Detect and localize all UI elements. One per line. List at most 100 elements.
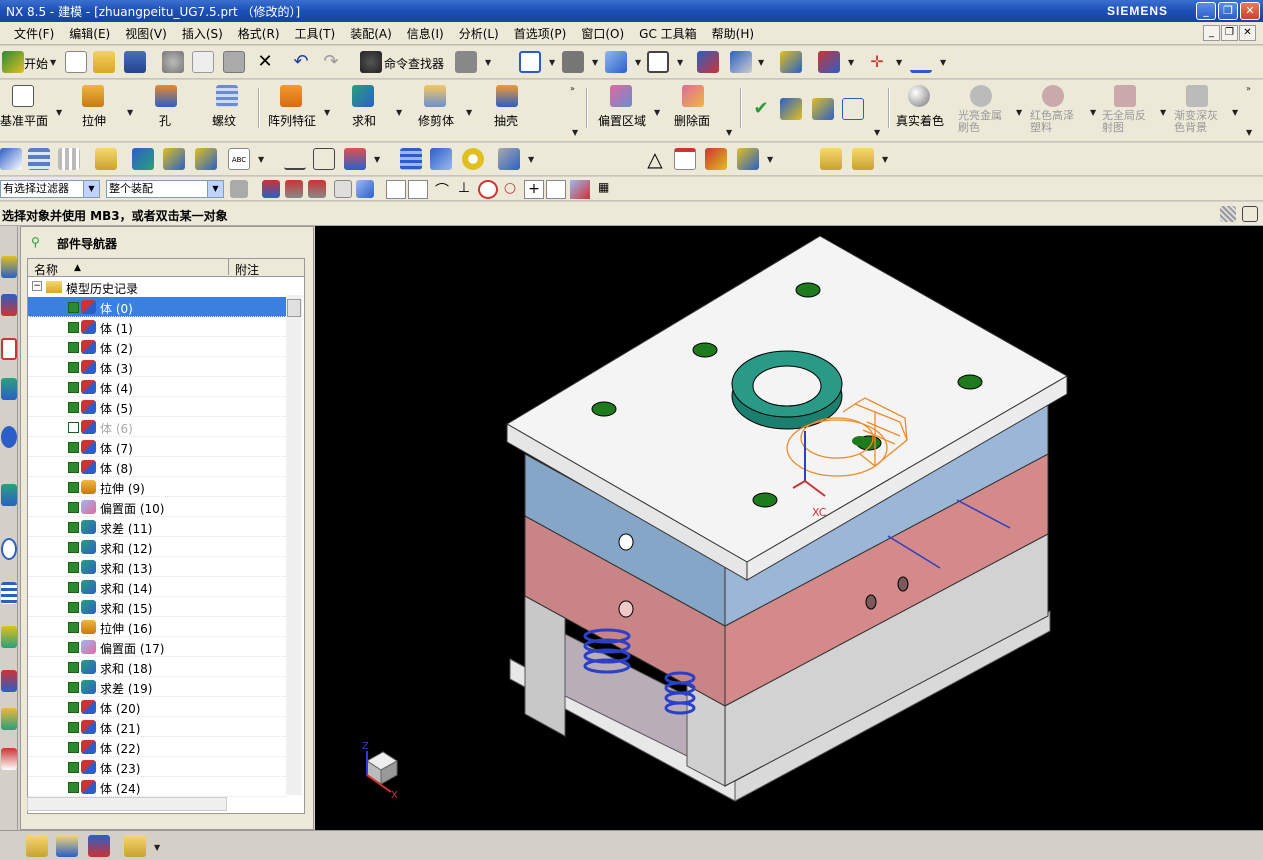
horizontal-scrollbar[interactable] (27, 797, 227, 811)
snap-intersection-icon[interactable]: ⊥ (454, 180, 474, 199)
chevron-down-icon[interactable]: ▼ (758, 58, 764, 67)
snap-arc-center-icon[interactable] (478, 180, 498, 199)
text-icon[interactable]: ABC (228, 148, 250, 170)
tree-row[interactable]: 拉伸 (16) (28, 617, 286, 637)
snap-control-point-icon[interactable]: ⌒ (432, 180, 452, 199)
tree-row[interactable]: 求差 (11) (28, 517, 286, 537)
process-studio-tab-icon[interactable] (1, 626, 17, 648)
toolbar-overflow-icon[interactable]: » (1246, 84, 1251, 93)
select-body-icon[interactable] (334, 180, 352, 198)
tree-row[interactable]: 体 (6) (28, 417, 286, 437)
triangle-icon[interactable]: △ (644, 148, 666, 170)
tree-row[interactable]: 求和 (12) (28, 537, 286, 557)
chevron-down-icon[interactable]: ▼ (848, 58, 854, 67)
pattern-feature-icon[interactable] (280, 85, 302, 107)
hammer-icon[interactable] (163, 148, 185, 170)
tree-row[interactable]: 体 (1) (28, 317, 286, 337)
command-finder-button[interactable]: 命令查找器 (384, 55, 444, 72)
datum-plane-button[interactable]: 基准平面 (0, 112, 48, 129)
shell-icon[interactable] (496, 85, 518, 107)
menu-assemblies[interactable]: 装配(A) (350, 25, 392, 42)
vertical-scrollbar[interactable] (286, 295, 302, 795)
visibility-checkbox[interactable] (68, 602, 79, 613)
add-component-icon[interactable] (26, 835, 48, 857)
visibility-checkbox[interactable] (68, 382, 79, 393)
chevron-down-icon[interactable]: ▼ (549, 58, 555, 67)
true-shading-button[interactable]: 真实着色 (896, 112, 944, 129)
thread-button[interactable]: 螺纹 (212, 112, 236, 129)
edit-object-icon[interactable] (455, 51, 477, 73)
redo-icon[interactable]: ↷ (320, 51, 342, 73)
toolbar-overflow-icon[interactable]: » (570, 84, 575, 93)
save-icon[interactable] (124, 51, 146, 73)
tree-row[interactable]: 体 (5) (28, 397, 286, 417)
component-array-icon[interactable] (124, 835, 146, 857)
chevron-down-icon[interactable]: ▼ (154, 843, 160, 852)
measure-icon[interactable] (910, 51, 932, 73)
system-materials-tab-icon[interactable] (1, 582, 17, 604)
visibility-checkbox[interactable] (68, 322, 79, 333)
doc-minimize-button[interactable]: _ (1203, 25, 1220, 41)
chevron-down-icon[interactable]: ▼ (374, 155, 380, 164)
chevron-down-icon[interactable]: ▼ (485, 58, 491, 67)
delete-face-button[interactable]: 删除面 (674, 112, 710, 129)
column-header-notes[interactable]: 附注 (228, 259, 259, 277)
roles-tab-icon[interactable] (1, 670, 17, 692)
restore-button[interactable]: ❐ (1218, 2, 1238, 20)
tree-row[interactable]: 求差 (19) (28, 677, 286, 697)
snap-midpoint-icon[interactable] (408, 180, 428, 199)
snap-point-icon[interactable] (818, 51, 840, 73)
layer-icon[interactable] (730, 51, 752, 73)
tree-row[interactable]: 偏置面 (10) (28, 497, 286, 517)
unite-button[interactable]: 求和 (352, 112, 376, 129)
visibility-checkbox[interactable] (68, 702, 79, 713)
tree-row[interactable]: 体 (8) (28, 457, 286, 477)
chevron-down-icon[interactable]: ▼ (940, 58, 946, 67)
background-icon[interactable] (647, 51, 669, 73)
menu-analysis[interactable]: 分析(L) (459, 25, 499, 42)
select-solid-icon[interactable] (356, 180, 374, 198)
extrude-icon[interactable] (82, 85, 104, 107)
visibility-checkbox[interactable] (68, 542, 79, 553)
chevron-down-icon[interactable]: ▼ (127, 108, 133, 117)
tree-root[interactable]: − 模型历史记录 (28, 277, 286, 297)
grid-icon[interactable] (705, 148, 727, 170)
scrollbar-thumb[interactable] (287, 299, 301, 317)
tree-row[interactable]: 体 (22) (28, 737, 286, 757)
chevron-down-icon[interactable]: ▼ (592, 58, 598, 67)
chevron-down-icon[interactable]: ▼ (654, 108, 660, 117)
mold-model[interactable]: XC Z X (315, 226, 1263, 830)
new-file-icon[interactable] (65, 51, 87, 73)
tree-row[interactable]: 求和 (15) (28, 597, 286, 617)
tree-row[interactable]: 体 (20) (28, 697, 286, 717)
column-header-name[interactable]: 名称 (34, 261, 58, 278)
hole-icon[interactable] (155, 85, 177, 107)
visibility-checkbox[interactable] (68, 442, 79, 453)
snap-point-on-face-icon[interactable] (570, 180, 590, 199)
move-component-icon[interactable] (56, 835, 78, 857)
type-filter-select[interactable]: 有选择过滤器 ▼ (0, 180, 100, 198)
chevron-down-icon[interactable]: ▼ (466, 108, 472, 117)
wcs-icon[interactable] (697, 51, 719, 73)
assembly-icon[interactable] (780, 98, 802, 120)
web-browser-tab-icon[interactable] (1, 426, 17, 448)
layers-icon[interactable] (28, 148, 50, 170)
visibility-checkbox[interactable] (68, 642, 79, 653)
csys-icon[interactable] (842, 98, 864, 120)
chevron-down-icon[interactable]: ▼ (528, 155, 534, 164)
tree-row[interactable]: 体 (4) (28, 377, 286, 397)
selection-scope-select[interactable]: 整个装配 ▼ (106, 180, 224, 198)
visibility-checkbox[interactable] (68, 722, 79, 733)
unite-icon[interactable] (352, 85, 374, 107)
check-icon[interactable]: ✔ (750, 98, 772, 120)
menu-file[interactable]: 文件(F) (14, 25, 54, 42)
close-button[interactable]: ✕ (1240, 2, 1260, 20)
select-feature-icon[interactable] (262, 180, 280, 198)
datum-plane-icon[interactable] (12, 85, 34, 107)
component-icon[interactable] (820, 148, 842, 170)
menu-tools[interactable]: 工具(T) (295, 25, 336, 42)
component-array-icon[interactable] (852, 148, 874, 170)
hole-button[interactable]: 孔 (159, 112, 171, 129)
visibility-checkbox[interactable] (68, 662, 79, 673)
visibility-checkbox[interactable] (68, 522, 79, 533)
